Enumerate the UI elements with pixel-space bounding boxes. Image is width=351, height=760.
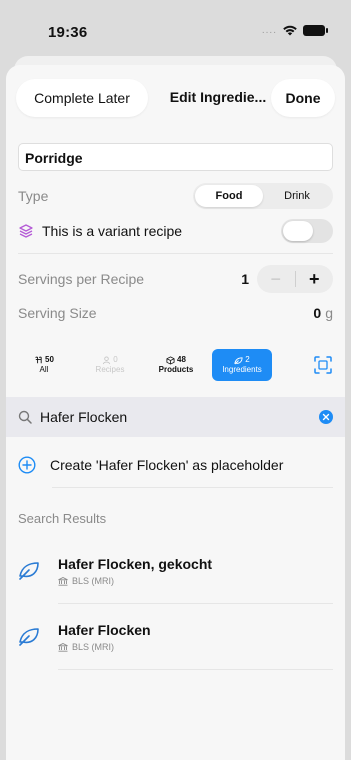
filter-recipes[interactable]: 0 Recipes	[80, 349, 140, 381]
servings-row: Servings per Recipe 1 − +	[18, 265, 333, 293]
increment-button[interactable]: +	[296, 269, 334, 290]
search-input[interactable]: Hafer Flocken	[40, 409, 319, 425]
result-source: BLS (MRI)	[72, 576, 115, 586]
result-title: Hafer Flocken, gekocht	[58, 556, 213, 572]
serving-size-value-field[interactable]: 0g	[313, 305, 333, 321]
type-option-drink[interactable]: Drink	[263, 185, 331, 207]
filter-all[interactable]: 50 All	[14, 349, 74, 381]
type-label: Type	[18, 188, 49, 204]
institution-icon	[58, 576, 68, 586]
person-icon	[103, 355, 111, 364]
result-source: BLS (MRI)	[72, 642, 115, 652]
plus-circle-icon	[18, 456, 36, 474]
wifi-icon	[283, 25, 297, 36]
filter-ingredients[interactable]: 2 Ingredients	[212, 349, 272, 381]
servings-stepper: − +	[257, 265, 333, 293]
all-icon	[35, 356, 42, 363]
result-item[interactable]: Hafer Flocken, gekocht BLS (MRI)	[18, 543, 333, 599]
status-time: 19:36	[48, 24, 88, 41]
type-row: Type Food Drink	[18, 183, 333, 209]
layers-icon	[19, 224, 33, 238]
status-bar: 19:36 ....	[0, 0, 351, 56]
edit-sheet: Complete Later Edit Ingredie... Done Por…	[6, 65, 345, 760]
scan-icon[interactable]	[313, 355, 333, 375]
clear-search-icon[interactable]	[319, 410, 333, 424]
type-option-food[interactable]: Food	[195, 185, 263, 207]
serving-size-row: Serving Size 0g	[18, 301, 333, 325]
complete-later-button[interactable]: Complete Later	[16, 79, 148, 117]
search-icon	[18, 410, 32, 424]
serving-size-label: Serving Size	[18, 305, 97, 321]
sheet-title: Edit Ingredie...	[169, 89, 267, 105]
leaf-icon	[234, 356, 243, 364]
servings-label: Servings per Recipe	[18, 271, 145, 287]
filter-products[interactable]: 48 Products	[146, 349, 206, 381]
institution-icon	[58, 642, 68, 652]
leaf-icon	[19, 562, 39, 580]
search-results-heading: Search Results	[18, 511, 107, 526]
leaf-icon	[19, 628, 39, 646]
divider	[58, 669, 333, 670]
box-icon	[166, 355, 175, 365]
create-placeholder-label: Create 'Hafer Flocken' as placeholder	[50, 457, 284, 473]
divider	[58, 603, 333, 604]
variant-row: This is a variant recipe	[18, 217, 333, 245]
sheet-header: Complete Later Edit Ingredie... Done	[6, 79, 345, 119]
servings-value: 1	[241, 271, 249, 287]
done-button[interactable]: Done	[271, 79, 335, 117]
variant-toggle[interactable]	[281, 219, 333, 243]
decrement-button[interactable]: −	[257, 269, 295, 290]
variant-label: This is a variant recipe	[42, 223, 183, 239]
result-item[interactable]: Hafer Flocken BLS (MRI)	[18, 609, 333, 665]
recipe-name-field[interactable]: Porridge	[18, 143, 333, 171]
result-title: Hafer Flocken	[58, 622, 151, 638]
divider	[52, 487, 333, 488]
battery-icon	[303, 24, 328, 36]
create-placeholder-button[interactable]: Create 'Hafer Flocken' as placeholder	[18, 449, 333, 481]
status-icons: ....	[261, 24, 328, 36]
search-bar: Hafer Flocken	[6, 397, 345, 437]
divider	[18, 253, 333, 254]
filter-bar: 50 All 0 Recipes 48 Products 2 Ingredien…	[14, 349, 337, 381]
signal-dots-icon: ....	[261, 24, 277, 36]
type-segmented-control: Food Drink	[193, 183, 333, 209]
